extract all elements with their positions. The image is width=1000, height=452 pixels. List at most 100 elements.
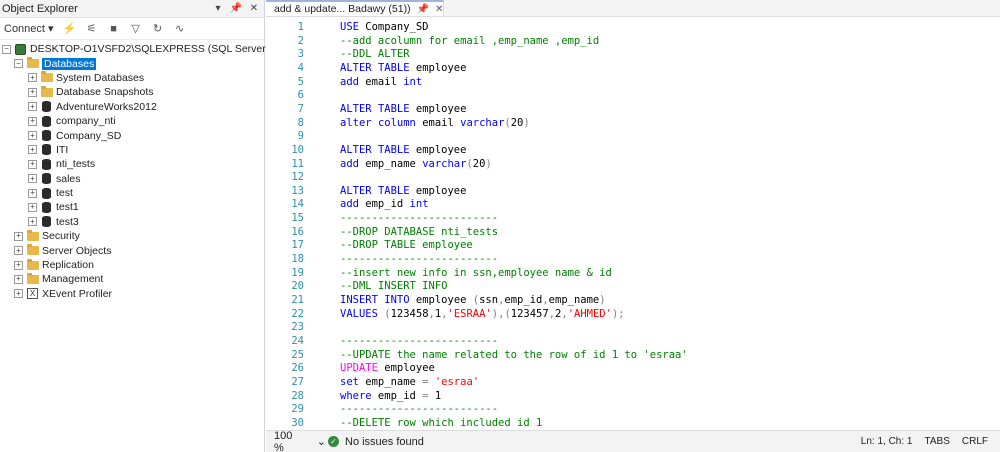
tree-node-server[interactable]: − DESKTOP-O1VSFD2\SQLEXPRESS (SQL Server…: [0, 42, 322, 56]
pin-icon[interactable]: 📌: [228, 1, 244, 17]
close-icon[interactable]: ✕: [246, 1, 262, 17]
code-line[interactable]: --UPDATE the name related to the row of …: [340, 349, 688, 361]
tree-node-db[interactable]: + Database Snapshots: [0, 85, 265, 99]
tree-node-security[interactable]: + Security: [0, 229, 265, 243]
tree-node-replication[interactable]: + Replication: [0, 258, 265, 272]
indent-mode[interactable]: TABS: [924, 436, 949, 447]
code-line[interactable]: ALTER TABLE employee: [340, 185, 466, 197]
tab-query[interactable]: add & update... Badawy (51)) 📌 ✕: [266, 0, 444, 16]
tree-node-db[interactable]: + System Databases: [0, 71, 265, 85]
tree-node-db[interactable]: + test: [0, 186, 265, 200]
code-line[interactable]: USE Company_SD: [340, 21, 429, 33]
tab-title: add & update... Badawy (51)): [274, 3, 411, 15]
chevron-down-icon: ⌄: [316, 436, 326, 448]
expand-icon[interactable]: +: [28, 217, 37, 227]
refresh-icon[interactable]: ↻: [150, 21, 166, 37]
code-line[interactable]: add email int: [340, 76, 422, 88]
expand-icon[interactable]: +: [14, 289, 23, 299]
tree-node-server-objects[interactable]: + Server Objects: [0, 243, 265, 257]
collapse-icon[interactable]: −: [2, 44, 11, 54]
server-item-label: Replication: [42, 259, 94, 272]
expand-icon[interactable]: +: [28, 188, 37, 198]
expand-icon[interactable]: +: [14, 246, 23, 256]
issues-indicator[interactable]: ✓ No issues found: [328, 436, 424, 448]
code-line[interactable]: UPDATE employee: [340, 362, 435, 374]
editor-status-bar: 100 % ⌄ ✓ No issues found Ln: 1, Ch: 1 T…: [266, 430, 1000, 452]
line-ending[interactable]: CRLF: [962, 436, 988, 447]
code-line[interactable]: set emp_name = 'esraa': [340, 376, 479, 388]
filter-icon[interactable]: ▽: [128, 21, 144, 37]
expand-icon[interactable]: +: [28, 87, 37, 97]
expand-icon[interactable]: +: [28, 131, 37, 141]
connect-button[interactable]: Connect ▾: [2, 20, 56, 38]
expand-icon[interactable]: +: [28, 202, 37, 212]
expand-icon[interactable]: +: [28, 116, 37, 126]
dropdown-arrow-icon[interactable]: ▾: [210, 1, 226, 17]
pin-icon[interactable]: 📌: [417, 4, 429, 15]
tree-node-db[interactable]: + test3: [0, 215, 265, 229]
collapse-icon[interactable]: −: [14, 59, 23, 69]
code-line[interactable]: --insert new info in ssn,employee name &…: [340, 267, 612, 279]
line-number: 15: [291, 212, 304, 225]
code-line[interactable]: VALUES (123458,1,'ESRAA'),(123457,2,'AHM…: [340, 308, 625, 320]
tree-node-db[interactable]: + nti_tests: [0, 157, 265, 171]
tree-node-db[interactable]: + test1: [0, 200, 265, 214]
expand-icon[interactable]: +: [14, 231, 23, 241]
expand-icon[interactable]: +: [28, 145, 37, 155]
code-line[interactable]: add emp_name varchar(20): [340, 158, 492, 170]
db-item-label: nti_tests: [56, 158, 96, 171]
expand-icon[interactable]: +: [28, 159, 37, 169]
code-line[interactable]: -------------------------: [340, 335, 498, 347]
code-line[interactable]: where emp_id = 1: [340, 390, 441, 402]
tree-node-xevent-profiler[interactable]: + X XEvent Profiler: [0, 287, 265, 301]
tree-node-databases[interactable]: − Databases: [0, 56, 265, 70]
expand-icon[interactable]: +: [14, 260, 23, 270]
tree-node-db[interactable]: + ITI: [0, 143, 265, 157]
code-line[interactable]: --DELETE row which included id 1: [340, 417, 542, 429]
zoom-dropdown[interactable]: 100 % ⌄: [266, 430, 326, 452]
line-number: 25: [291, 348, 304, 361]
code-line[interactable]: INSERT INTO employee (ssn,emp_id,emp_nam…: [340, 294, 606, 306]
connect-plug-icon[interactable]: ⚡: [62, 21, 78, 37]
code-line[interactable]: --DROP TABLE employee: [340, 239, 473, 251]
server-item-label: Security: [42, 230, 80, 243]
code-area[interactable]: 1 USE Company_SD 2 --add acolumn for email …: [266, 17, 1000, 430]
line-number: 14: [291, 198, 304, 211]
stop-icon[interactable]: ■: [106, 21, 122, 37]
tree-node-db[interactable]: + Company_SD: [0, 128, 265, 142]
db-item-label: AdventureWorks2012: [56, 100, 157, 113]
code-line[interactable]: ALTER TABLE employee: [340, 62, 466, 74]
db-item-label: Database Snapshots: [56, 86, 154, 99]
line-number: 4: [297, 61, 304, 74]
code-line[interactable]: --DDL ALTER: [340, 48, 410, 60]
database-icon: [40, 173, 53, 185]
expand-icon[interactable]: +: [28, 174, 37, 184]
activity-monitor-icon[interactable]: ∿: [172, 21, 188, 37]
code-line[interactable]: alter column email varchar(20): [340, 117, 530, 129]
cursor-position[interactable]: Ln: 1, Ch: 1: [861, 436, 913, 447]
code-line[interactable]: -------------------------: [340, 403, 498, 415]
tree-node-db[interactable]: + AdventureWorks2012: [0, 100, 265, 114]
code-line[interactable]: ALTER TABLE employee: [340, 103, 466, 115]
expand-icon[interactable]: +: [28, 73, 37, 83]
code-line[interactable]: ALTER TABLE employee: [340, 144, 466, 156]
database-icon: [40, 130, 53, 142]
tree-node-db[interactable]: + sales: [0, 172, 265, 186]
code-line[interactable]: -------------------------: [340, 253, 498, 265]
server-icon: [14, 43, 27, 55]
disconnect-plug-icon[interactable]: ⚟: [84, 21, 100, 37]
code-line[interactable]: --add acolumn for email ,emp_name ,emp_i…: [340, 35, 599, 47]
code-line[interactable]: --DROP DATABASE nti_tests: [340, 226, 498, 238]
line-number: 8: [297, 116, 304, 129]
databases-label: Databases: [42, 57, 97, 70]
code-line[interactable]: -------------------------: [340, 212, 498, 224]
expand-icon[interactable]: +: [14, 274, 23, 284]
code-line[interactable]: --DML INSERT INFO: [340, 280, 447, 292]
expand-icon[interactable]: +: [28, 102, 37, 112]
close-icon[interactable]: ✕: [435, 4, 443, 15]
line-number: 23: [291, 321, 304, 334]
code-line[interactable]: add emp_id int: [340, 198, 429, 210]
object-explorer-tree: − DESKTOP-O1VSFD2\SQLEXPRESS (SQL Server…: [0, 42, 322, 301]
tree-node-db[interactable]: + company_nti: [0, 114, 265, 128]
tree-node-management[interactable]: + Management: [0, 272, 265, 286]
